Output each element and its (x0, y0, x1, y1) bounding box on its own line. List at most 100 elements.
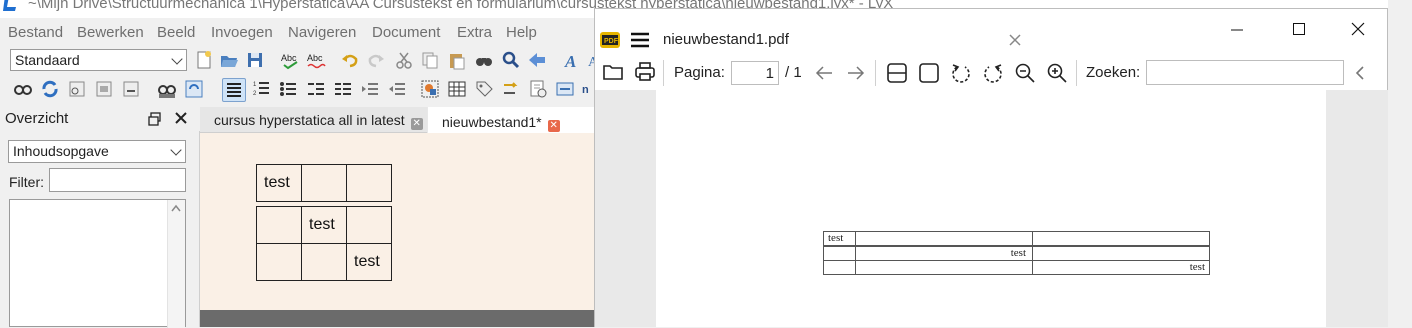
menu-invoegen[interactable]: Invoegen (211, 24, 273, 41)
overview-type-combo[interactable]: Inhoudsopgave (8, 140, 186, 163)
table-cell[interactable] (346, 164, 392, 202)
pdf-table-cell (855, 260, 1033, 275)
thesaurus-icon[interactable]: Abc (306, 50, 326, 70)
back-arrow-icon[interactable] (527, 50, 547, 70)
menu-beeld[interactable]: Beeld (157, 24, 195, 41)
scroll-up-icon[interactable] (171, 204, 181, 212)
indent-out-icon[interactable] (360, 79, 380, 99)
table-cell[interactable]: test (301, 206, 347, 244)
label-icon[interactable] (474, 79, 494, 99)
print-icon[interactable] (635, 62, 655, 82)
insert-table-icon[interactable] (447, 79, 467, 99)
svg-text:n: n (582, 84, 589, 96)
zoom-out-icon[interactable] (1015, 63, 1035, 83)
filter-input[interactable] (49, 168, 186, 192)
tab-label: nieuwbestand1* (442, 114, 542, 130)
update-master-icon[interactable] (94, 79, 114, 99)
numbered-list-icon[interactable]: 12 (252, 79, 272, 99)
include-file-icon[interactable] (555, 79, 575, 99)
table-cell[interactable] (301, 243, 347, 281)
overview-title: Overzicht (5, 110, 69, 127)
menu-extra[interactable]: Extra (457, 24, 492, 41)
tab-label: cursus hyperstatica all in latest (214, 112, 405, 128)
chevron-down-icon (170, 144, 182, 156)
menu-document[interactable]: Document (372, 24, 440, 41)
pdf-table-cell (1032, 246, 1210, 261)
hamburger-menu-icon[interactable] (631, 32, 649, 48)
table-cell[interactable]: test (256, 164, 302, 202)
align-justify-icon[interactable] (222, 78, 246, 102)
table-cell[interactable]: test (346, 243, 392, 281)
view-other-icon[interactable] (157, 79, 177, 99)
fit-width-icon[interactable] (887, 63, 907, 83)
pdf-table-cell (1032, 231, 1210, 246)
bullet-list-icon[interactable] (279, 79, 299, 99)
close-tab-icon[interactable]: ✕ (410, 118, 423, 130)
tab-cursus-hyperstatica[interactable]: cursus hyperstatica all in latest ✕ (200, 107, 427, 133)
fit-page-icon[interactable] (919, 63, 939, 83)
rotate-right-icon[interactable] (983, 63, 1003, 83)
menu-navigeren[interactable]: Navigeren (288, 24, 356, 41)
citation-icon[interactable] (528, 79, 548, 99)
table-cell[interactable] (256, 206, 302, 244)
collapse-search-icon[interactable] (1355, 65, 1365, 81)
search-input[interactable] (1146, 60, 1344, 85)
close-document-icon[interactable] (1009, 34, 1021, 46)
spellcheck-icon[interactable]: Abc (280, 50, 300, 70)
text-style-icon[interactable]: A (563, 50, 583, 70)
view-master-icon[interactable] (67, 79, 87, 99)
svg-text:A: A (564, 52, 576, 70)
toolbar-secondary: 12 n (0, 76, 600, 104)
overview-type-value: Inhoudsopgave (13, 143, 109, 159)
copy-icon[interactable] (420, 50, 440, 70)
filter-label: Filter: (9, 174, 44, 190)
save-icon[interactable] (245, 50, 265, 70)
editor-bottom-margin (200, 310, 594, 327)
redo-icon[interactable] (366, 50, 386, 70)
table-cell[interactable] (256, 243, 302, 281)
update-icon[interactable] (40, 79, 60, 99)
editor-workarea[interactable]: test test test (200, 133, 594, 310)
toolbar-main: Standaard Abc Abc A A (0, 46, 600, 74)
update-other-icon[interactable] (184, 79, 204, 99)
undo-icon[interactable] (340, 50, 360, 70)
next-page-icon[interactable] (847, 65, 865, 81)
list-icon[interactable] (333, 79, 353, 99)
description-list-icon[interactable] (306, 79, 326, 99)
maximize-icon[interactable] (1293, 23, 1305, 35)
indent-in-icon[interactable] (387, 79, 407, 99)
menu-help[interactable]: Help (506, 24, 537, 41)
export-icon[interactable] (121, 79, 141, 99)
zoom-in-icon[interactable] (1047, 63, 1067, 83)
search-icon[interactable] (501, 50, 521, 70)
outline-scrollbar[interactable] (167, 200, 185, 328)
float-panel-icon[interactable] (148, 112, 162, 126)
cross-reference-icon[interactable] (501, 79, 521, 99)
cut-icon[interactable] (394, 50, 414, 70)
close-tab-icon[interactable]: ✕ (547, 120, 560, 132)
close-panel-icon[interactable] (175, 112, 187, 124)
tab-nieuwbestand1[interactable]: nieuwbestand1* ✕ (428, 107, 594, 133)
pdf-table-cell: test (823, 231, 856, 246)
view-icon[interactable] (13, 79, 33, 99)
insert-graphic-icon[interactable] (420, 79, 440, 99)
outline-tree[interactable] (9, 199, 186, 328)
open-folder-icon[interactable] (219, 50, 239, 70)
find-binoculars-icon[interactable] (474, 50, 494, 70)
minimize-icon[interactable] (1231, 29, 1243, 31)
close-window-icon[interactable] (1351, 22, 1365, 36)
menu-bestand[interactable]: Bestand (8, 24, 63, 41)
new-document-icon[interactable] (194, 50, 214, 70)
pdf-app-icon: PDF (600, 32, 620, 48)
paragraph-style-combo[interactable]: Standaard (10, 49, 187, 71)
rotate-left-icon[interactable] (951, 63, 971, 83)
open-file-icon[interactable] (603, 63, 623, 81)
pdf-table-cell (823, 246, 856, 261)
page-number-input[interactable]: 1 (731, 61, 779, 85)
previous-page-icon[interactable] (815, 65, 833, 81)
table-cell[interactable] (346, 206, 392, 244)
toolbar-separator (663, 60, 664, 86)
table-cell[interactable] (301, 164, 347, 202)
menu-bewerken[interactable]: Bewerken (77, 24, 144, 41)
paste-icon[interactable] (447, 50, 467, 70)
